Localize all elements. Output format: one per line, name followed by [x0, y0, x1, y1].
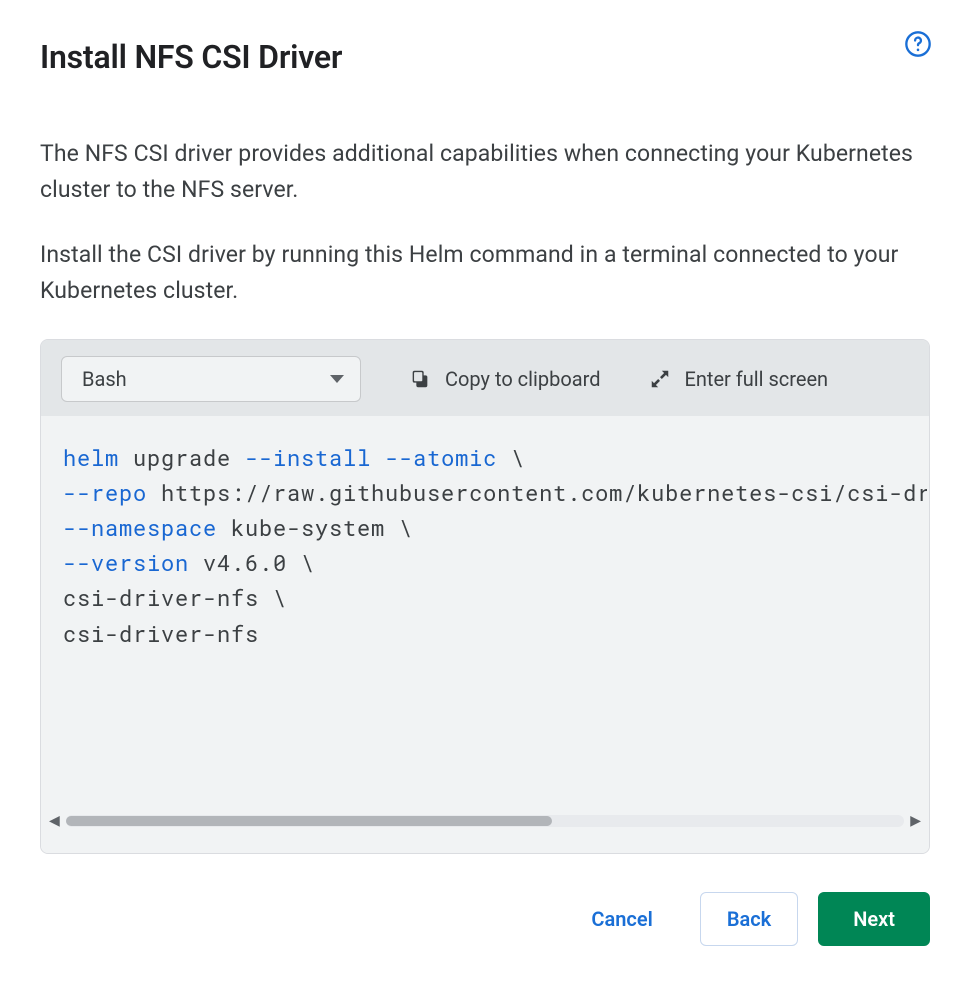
intro-paragraph-2: Install the CSI driver by running this H…	[40, 237, 930, 308]
cancel-button[interactable]: Cancel	[564, 892, 679, 946]
language-select[interactable]: Bash	[61, 356, 361, 402]
help-button[interactable]	[902, 28, 934, 60]
enter-fullscreen-button[interactable]: Enter full screen	[649, 367, 829, 391]
help-icon	[904, 30, 932, 58]
language-select-value: Bash	[82, 367, 127, 391]
code-body: helm upgrade --install --atomic \ --repo…	[41, 416, 929, 853]
copy-icon	[409, 368, 431, 390]
fullscreen-label: Enter full screen	[685, 367, 829, 391]
page-title: Install NFS CSI Driver	[40, 38, 930, 76]
scrollbar-thumb[interactable]	[66, 816, 552, 826]
next-button[interactable]: Next	[818, 892, 930, 946]
horizontal-scrollbar[interactable]: ◀ ▶	[43, 811, 927, 831]
scroll-left-icon[interactable]: ◀	[49, 813, 60, 829]
dialog-root: Install NFS CSI Driver The NFS CSI drive…	[0, 0, 970, 986]
copy-label: Copy to clipboard	[445, 367, 601, 391]
copy-to-clipboard-button[interactable]: Copy to clipboard	[409, 367, 601, 391]
chevron-down-icon	[330, 375, 344, 383]
code-text: helm upgrade --install --atomic \ --repo…	[43, 440, 927, 811]
scrollbar-track[interactable]	[66, 815, 904, 827]
dialog-footer: Cancel Back Next	[40, 892, 930, 946]
scroll-right-icon[interactable]: ▶	[910, 813, 921, 829]
fullscreen-icon	[649, 368, 671, 390]
back-button[interactable]: Back	[700, 892, 798, 946]
code-toolbar: Bash Copy to clipboard Enter full screen	[41, 340, 929, 416]
code-scroll-region[interactable]: helm upgrade --install --atomic \ --repo…	[43, 440, 927, 811]
intro-paragraph-1: The NFS CSI driver provides additional c…	[40, 136, 930, 207]
code-block: Bash Copy to clipboard Enter full screen	[40, 339, 930, 854]
